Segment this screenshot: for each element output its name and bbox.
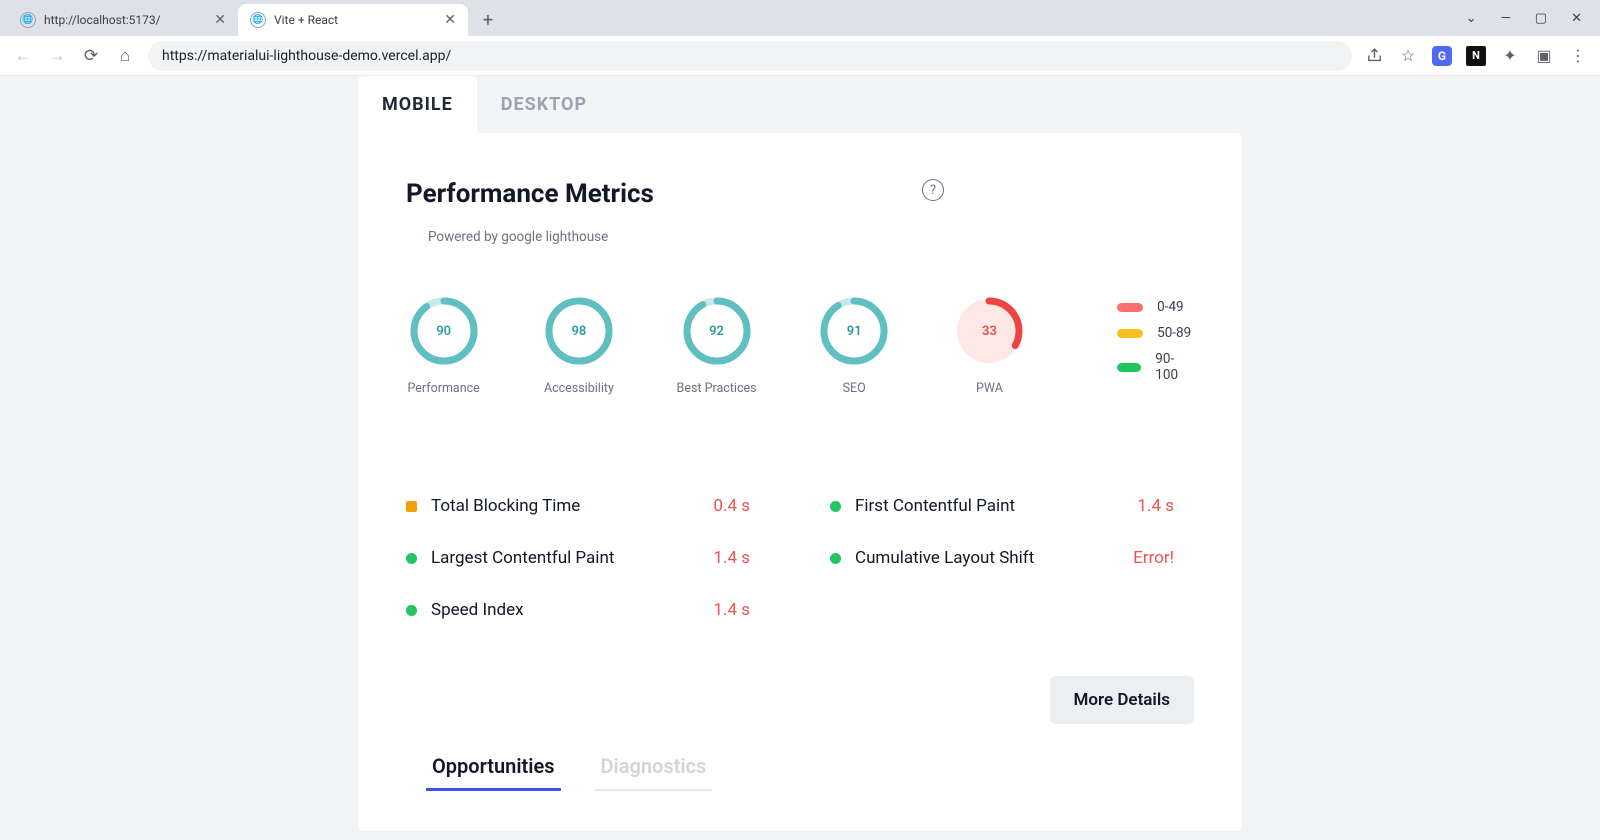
gauge-value: 91 bbox=[818, 295, 890, 367]
maximize-icon[interactable]: ▢ bbox=[1535, 11, 1547, 26]
page-viewport[interactable]: MOBILE DESKTOP Performance Metrics ? Pow… bbox=[0, 76, 1600, 840]
metrics-panel: Performance Metrics ? Powered by google … bbox=[358, 133, 1242, 831]
gauge-ring: 90 bbox=[408, 295, 480, 367]
legend-row-red: 0-49 bbox=[1117, 299, 1194, 315]
gauge-value: 92 bbox=[681, 295, 753, 367]
gauge-label: PWA bbox=[976, 381, 1003, 396]
new-tab-button[interactable]: + bbox=[474, 6, 502, 34]
gauge-ring: 92 bbox=[681, 295, 753, 367]
legend-row-orange: 50-89 bbox=[1117, 325, 1194, 341]
gauges-row: 90 Performance 98 Accessibility 92 Best … bbox=[406, 295, 1194, 396]
status-dot bbox=[830, 501, 841, 512]
panel-icon[interactable]: ▣ bbox=[1534, 46, 1554, 66]
page-title: Performance Metrics bbox=[406, 179, 654, 209]
globe-icon: 🌐 bbox=[250, 12, 266, 28]
tab-desktop[interactable]: DESKTOP bbox=[477, 76, 611, 133]
back-button[interactable]: ← bbox=[12, 45, 34, 67]
subtitle: Powered by google lighthouse bbox=[428, 229, 1194, 245]
gauge-performance: 90 Performance bbox=[406, 295, 481, 396]
metric-value: Error! bbox=[1133, 548, 1194, 568]
metric-name: Speed Index bbox=[431, 600, 524, 620]
gauge-value: 98 bbox=[543, 295, 615, 367]
gauge-pwa: 33 PWA bbox=[952, 295, 1027, 396]
tab-title: Vite + React bbox=[274, 13, 436, 27]
metric-largest-contentful-paint: Largest Contentful Paint 1.4 s bbox=[406, 548, 770, 568]
gauge-label: Performance bbox=[407, 381, 479, 396]
gauge-value: 33 bbox=[953, 295, 1025, 367]
toolbar: ← → ⟳ ⌂ https://materialui-lighthouse-de… bbox=[0, 36, 1600, 76]
minimize-icon[interactable]: — bbox=[1501, 11, 1511, 26]
tab-title: http://localhost:5173/ bbox=[44, 13, 206, 27]
legend-label: 50-89 bbox=[1157, 325, 1191, 341]
gauge-ring: 91 bbox=[818, 295, 890, 367]
metric-value: 0.4 s bbox=[713, 496, 770, 516]
extension-blue-icon[interactable]: G bbox=[1432, 46, 1452, 66]
legend-pill-orange bbox=[1117, 329, 1143, 338]
legend-row-green: 90-100 bbox=[1117, 351, 1194, 383]
legend-pill-red bbox=[1117, 303, 1143, 312]
url-text: https://materialui-lighthouse-demo.verce… bbox=[162, 48, 451, 64]
status-dot bbox=[830, 553, 841, 564]
reload-button[interactable]: ⟳ bbox=[80, 45, 102, 67]
metrics-grid: Total Blocking Time 0.4 s First Contentf… bbox=[406, 496, 1194, 620]
status-dot bbox=[406, 605, 417, 616]
metric-value: 1.4 s bbox=[1137, 496, 1194, 516]
gauge-ring: 98 bbox=[543, 295, 615, 367]
chevron-down-icon[interactable]: ⌄ bbox=[1466, 11, 1477, 26]
metric-cumulative-layout-shift: Cumulative Layout Shift Error! bbox=[830, 548, 1194, 568]
metric-value: 1.4 s bbox=[713, 548, 770, 568]
gauge-label: Best Practices bbox=[677, 381, 757, 396]
gauge-value: 90 bbox=[408, 295, 480, 367]
extension-dark-icon[interactable]: N bbox=[1466, 46, 1486, 66]
tab-opportunities[interactable]: Opportunities bbox=[426, 754, 561, 791]
tab-mobile[interactable]: MOBILE bbox=[358, 76, 477, 133]
browser-tab-localhost[interactable]: 🌐 http://localhost:5173/ ✕ bbox=[8, 4, 238, 36]
more-details-button[interactable]: More Details bbox=[1050, 676, 1194, 724]
gauge-seo: 91 SEO bbox=[817, 295, 892, 396]
metric-name: Largest Contentful Paint bbox=[431, 548, 614, 568]
status-dot bbox=[406, 553, 417, 564]
metric-value: 1.4 s bbox=[713, 600, 770, 620]
gauge-accessibility: 98 Accessibility bbox=[541, 295, 616, 396]
legend-label: 0-49 bbox=[1157, 299, 1184, 315]
address-bar[interactable]: https://materialui-lighthouse-demo.verce… bbox=[148, 41, 1352, 71]
gauge-label: SEO bbox=[843, 381, 866, 396]
home-button[interactable]: ⌂ bbox=[114, 45, 136, 67]
metric-name: First Contentful Paint bbox=[855, 496, 1015, 516]
device-tabs: MOBILE DESKTOP bbox=[358, 76, 1242, 133]
legend-pill-green bbox=[1117, 363, 1141, 372]
gauge-label: Accessibility bbox=[544, 381, 614, 396]
legend-label: 90-100 bbox=[1155, 351, 1194, 383]
gauge-best-practices: 92 Best Practices bbox=[677, 295, 757, 396]
metric-first-contentful-paint: First Contentful Paint 1.4 s bbox=[830, 496, 1194, 516]
forward-button[interactable]: → bbox=[46, 45, 68, 67]
window-controls: ⌄ — ▢ ✕ bbox=[1466, 0, 1600, 36]
browser-tab-vite[interactable]: 🌐 Vite + React ✕ bbox=[238, 4, 468, 36]
close-icon[interactable]: ✕ bbox=[214, 12, 226, 28]
extensions-icon[interactable]: ✦ bbox=[1500, 46, 1520, 66]
help-icon[interactable]: ? bbox=[922, 179, 944, 201]
status-dot bbox=[406, 501, 417, 512]
metric-total-blocking-time: Total Blocking Time 0.4 s bbox=[406, 496, 770, 516]
metric-name: Total Blocking Time bbox=[431, 496, 580, 516]
legend: 0-49 50-89 90-100 bbox=[1117, 299, 1194, 383]
tab-diagnostics[interactable]: Diagnostics bbox=[595, 754, 713, 791]
bookmark-icon[interactable]: ☆ bbox=[1398, 46, 1418, 66]
gauge-ring: 33 bbox=[953, 295, 1025, 367]
close-icon[interactable]: ✕ bbox=[444, 12, 456, 28]
close-window-icon[interactable]: ✕ bbox=[1571, 11, 1582, 26]
metric-speed-index: Speed Index 1.4 s bbox=[406, 600, 770, 620]
metric-name: Cumulative Layout Shift bbox=[855, 548, 1034, 568]
menu-icon[interactable]: ⋮ bbox=[1568, 46, 1588, 66]
lower-tabs: Opportunities Diagnostics bbox=[426, 754, 1194, 791]
tabstrip: 🌐 http://localhost:5173/ ✕ 🌐 Vite + Reac… bbox=[0, 0, 1600, 36]
share-icon[interactable] bbox=[1364, 46, 1384, 66]
globe-icon: 🌐 bbox=[20, 12, 36, 28]
